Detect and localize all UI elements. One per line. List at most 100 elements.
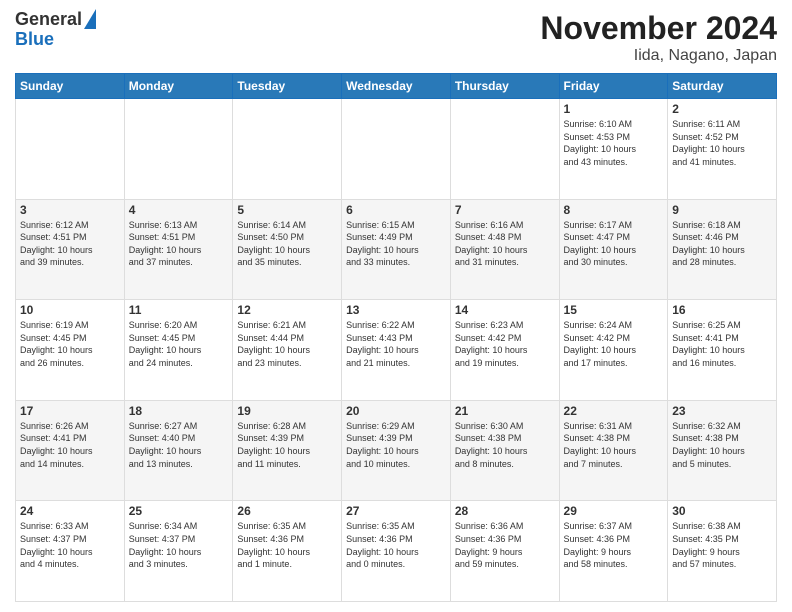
day-cell-3-2: 19Sunrise: 6:28 AM Sunset: 4:39 PM Dayli… <box>233 400 342 501</box>
day-number: 1 <box>564 102 664 116</box>
day-number: 9 <box>672 203 772 217</box>
week-row-4: 17 Sunrise: 6:26 AM Sunset: 4:41 PM Dayli… <box>16 400 777 501</box>
day-cell-2-1: 11 Sunrise: 6:20 AM Sunset: 4:45 PM Dayli… <box>124 300 233 401</box>
logo-general-text: General <box>15 10 82 30</box>
day-info: Sunrise: 6:25 AM Sunset: 4:41 PM Dayligh… <box>672 319 772 369</box>
day-number: 11 <box>129 303 229 317</box>
day-cell-2-3: 13Sunrise: 6:22 AM Sunset: 4:43 PM Dayli… <box>342 300 451 401</box>
day-info: Sunrise: 6:22 AM Sunset: 4:43 PM Dayligh… <box>346 319 446 369</box>
logo-triangle-icon <box>84 9 96 29</box>
day-info: Sunrise: 6:27 AM Sunset: 4:40 PM Dayligh… <box>129 420 229 470</box>
day-info: Sunrise: 6:30 AM Sunset: 4:38 PM Dayligh… <box>455 420 555 470</box>
day-cell-3-5: 22 Sunrise: 6:31 AM Sunset: 4:38 PM Dayli… <box>559 400 668 501</box>
day-cell-0-5: 1 Sunrise: 6:10 AM Sunset: 4:53 PM Daylig… <box>559 99 668 200</box>
day-number: 22 <box>564 404 664 418</box>
day-number: 30 <box>672 504 772 518</box>
day-cell-3-6: 23Sunrise: 6:32 AM Sunset: 4:38 PM Dayli… <box>668 400 777 501</box>
day-number: 2 <box>672 102 772 116</box>
day-cell-2-0: 10 Sunrise: 6:19 AM Sunset: 4:45 PM Dayli… <box>16 300 125 401</box>
day-cell-0-1 <box>124 99 233 200</box>
day-info: Sunrise: 6:29 AM Sunset: 4:39 PM Dayligh… <box>346 420 446 470</box>
day-cell-0-2 <box>233 99 342 200</box>
day-info: Sunrise: 6:31 AM Sunset: 4:38 PM Dayligh… <box>564 420 664 470</box>
calendar-table: Sunday Monday Tuesday Wednesday Thursday… <box>15 73 777 602</box>
day-cell-4-4: 28 Sunrise: 6:36 AM Sunset: 4:36 PM Dayli… <box>450 501 559 602</box>
day-cell-1-1: 4 Sunrise: 6:13 AM Sunset: 4:51 PM Daylig… <box>124 199 233 300</box>
day-info: Sunrise: 6:38 AM Sunset: 4:35 PM Dayligh… <box>672 520 772 570</box>
col-friday: Friday <box>559 74 668 99</box>
day-cell-4-6: 30 Sunrise: 6:38 AM Sunset: 4:35 PM Dayli… <box>668 501 777 602</box>
day-cell-0-3 <box>342 99 451 200</box>
col-tuesday: Tuesday <box>233 74 342 99</box>
day-cell-4-1: 25Sunrise: 6:34 AM Sunset: 4:37 PM Dayli… <box>124 501 233 602</box>
day-info: Sunrise: 6:18 AM Sunset: 4:46 PM Dayligh… <box>672 219 772 269</box>
day-info: Sunrise: 6:11 AM Sunset: 4:52 PM Dayligh… <box>672 118 772 168</box>
day-info: Sunrise: 6:26 AM Sunset: 4:41 PM Dayligh… <box>20 420 120 470</box>
day-number: 5 <box>237 203 337 217</box>
day-info: Sunrise: 6:13 AM Sunset: 4:51 PM Dayligh… <box>129 219 229 269</box>
title-block: November 2024 Iida, Nagano, Japan <box>540 10 777 65</box>
day-number: 20 <box>346 404 446 418</box>
day-cell-2-2: 12 Sunrise: 6:21 AM Sunset: 4:44 PM Dayli… <box>233 300 342 401</box>
day-cell-2-4: 14 Sunrise: 6:23 AM Sunset: 4:42 PM Dayli… <box>450 300 559 401</box>
day-info: Sunrise: 6:19 AM Sunset: 4:45 PM Dayligh… <box>20 319 120 369</box>
week-row-3: 10 Sunrise: 6:19 AM Sunset: 4:45 PM Dayli… <box>16 300 777 401</box>
day-number: 18 <box>129 404 229 418</box>
day-number: 29 <box>564 504 664 518</box>
day-number: 3 <box>20 203 120 217</box>
day-number: 16 <box>672 303 772 317</box>
day-number: 17 <box>20 404 120 418</box>
day-cell-4-3: 27 Sunrise: 6:35 AM Sunset: 4:36 PM Dayli… <box>342 501 451 602</box>
page: General Blue November 2024 Iida, Nagano,… <box>0 0 792 612</box>
day-number: 6 <box>346 203 446 217</box>
day-cell-3-0: 17 Sunrise: 6:26 AM Sunset: 4:41 PM Dayli… <box>16 400 125 501</box>
day-cell-0-6: 2 Sunrise: 6:11 AM Sunset: 4:52 PM Daylig… <box>668 99 777 200</box>
day-cell-1-2: 5 Sunrise: 6:14 AM Sunset: 4:50 PM Daylig… <box>233 199 342 300</box>
day-info: Sunrise: 6:37 AM Sunset: 4:36 PM Dayligh… <box>564 520 664 570</box>
day-info: Sunrise: 6:35 AM Sunset: 4:36 PM Dayligh… <box>237 520 337 570</box>
day-number: 27 <box>346 504 446 518</box>
week-row-2: 3Sunrise: 6:12 AM Sunset: 4:51 PM Daylig… <box>16 199 777 300</box>
day-info: Sunrise: 6:36 AM Sunset: 4:36 PM Dayligh… <box>455 520 555 570</box>
col-sunday: Sunday <box>16 74 125 99</box>
day-number: 8 <box>564 203 664 217</box>
day-info: Sunrise: 6:14 AM Sunset: 4:50 PM Dayligh… <box>237 219 337 269</box>
day-number: 15 <box>564 303 664 317</box>
day-number: 28 <box>455 504 555 518</box>
col-saturday: Saturday <box>668 74 777 99</box>
day-cell-3-1: 18 Sunrise: 6:27 AM Sunset: 4:40 PM Dayli… <box>124 400 233 501</box>
col-wednesday: Wednesday <box>342 74 451 99</box>
day-info: Sunrise: 6:33 AM Sunset: 4:37 PM Dayligh… <box>20 520 120 570</box>
day-info: Sunrise: 6:16 AM Sunset: 4:48 PM Dayligh… <box>455 219 555 269</box>
day-cell-2-6: 16 Sunrise: 6:25 AM Sunset: 4:41 PM Dayli… <box>668 300 777 401</box>
day-number: 12 <box>237 303 337 317</box>
day-cell-1-0: 3Sunrise: 6:12 AM Sunset: 4:51 PM Daylig… <box>16 199 125 300</box>
day-cell-4-2: 26 Sunrise: 6:35 AM Sunset: 4:36 PM Dayli… <box>233 501 342 602</box>
day-number: 19 <box>237 404 337 418</box>
calendar-header-row: Sunday Monday Tuesday Wednesday Thursday… <box>16 74 777 99</box>
day-number: 21 <box>455 404 555 418</box>
logo: General Blue <box>15 10 96 50</box>
day-info: Sunrise: 6:17 AM Sunset: 4:47 PM Dayligh… <box>564 219 664 269</box>
day-number: 26 <box>237 504 337 518</box>
day-number: 14 <box>455 303 555 317</box>
day-cell-4-5: 29 Sunrise: 6:37 AM Sunset: 4:36 PM Dayli… <box>559 501 668 602</box>
day-number: 4 <box>129 203 229 217</box>
day-number: 25 <box>129 504 229 518</box>
day-cell-4-0: 24Sunrise: 6:33 AM Sunset: 4:37 PM Dayli… <box>16 501 125 602</box>
day-info: Sunrise: 6:21 AM Sunset: 4:44 PM Dayligh… <box>237 319 337 369</box>
day-info: Sunrise: 6:10 AM Sunset: 4:53 PM Dayligh… <box>564 118 664 168</box>
day-cell-3-3: 20 Sunrise: 6:29 AM Sunset: 4:39 PM Dayli… <box>342 400 451 501</box>
day-number: 10 <box>20 303 120 317</box>
day-info: Sunrise: 6:32 AM Sunset: 4:38 PM Dayligh… <box>672 420 772 470</box>
col-thursday: Thursday <box>450 74 559 99</box>
day-cell-1-6: 9 Sunrise: 6:18 AM Sunset: 4:46 PM Daylig… <box>668 199 777 300</box>
day-info: Sunrise: 6:15 AM Sunset: 4:49 PM Dayligh… <box>346 219 446 269</box>
day-info: Sunrise: 6:35 AM Sunset: 4:36 PM Dayligh… <box>346 520 446 570</box>
header: General Blue November 2024 Iida, Nagano,… <box>15 10 777 65</box>
day-cell-1-4: 7Sunrise: 6:16 AM Sunset: 4:48 PM Daylig… <box>450 199 559 300</box>
week-row-1: 1 Sunrise: 6:10 AM Sunset: 4:53 PM Daylig… <box>16 99 777 200</box>
day-info: Sunrise: 6:20 AM Sunset: 4:45 PM Dayligh… <box>129 319 229 369</box>
day-cell-1-3: 6 Sunrise: 6:15 AM Sunset: 4:49 PM Daylig… <box>342 199 451 300</box>
day-info: Sunrise: 6:23 AM Sunset: 4:42 PM Dayligh… <box>455 319 555 369</box>
